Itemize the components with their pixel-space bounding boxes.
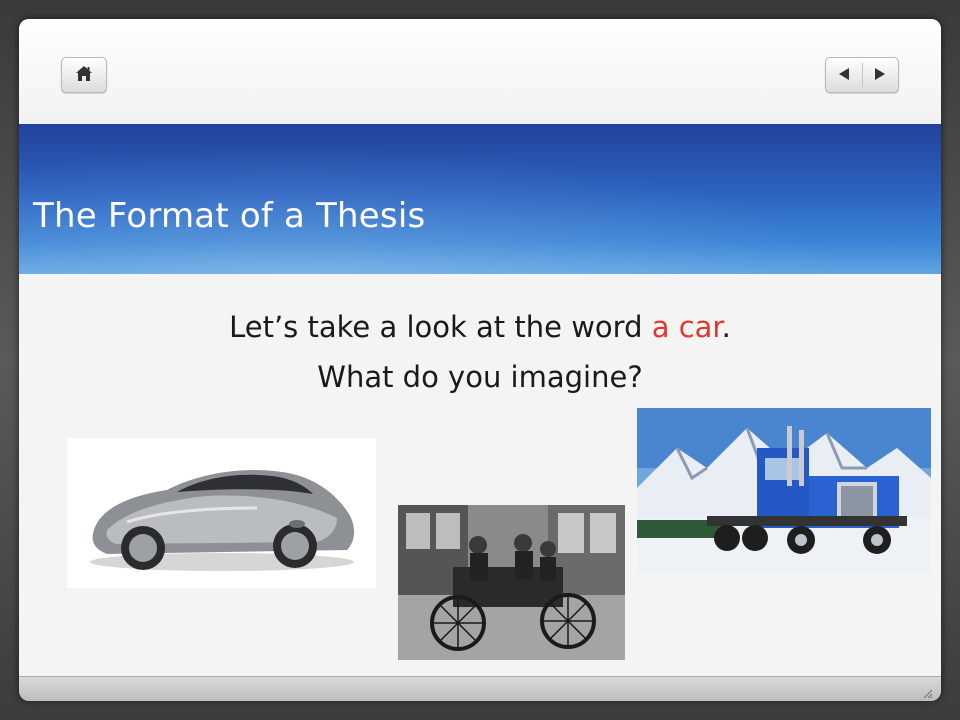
highlighted-word: a car — [651, 310, 722, 344]
body-text-end: . — [721, 310, 731, 344]
semi-truck-photo — [637, 408, 931, 574]
triangle-right-icon — [873, 66, 887, 85]
slide-toolbar — [19, 19, 941, 124]
body-text-start: Let’s take a look at the word — [229, 310, 652, 344]
antique-car-photo — [398, 505, 625, 660]
slide-navigation — [825, 57, 899, 93]
triangle-left-icon — [837, 66, 851, 85]
slide-title: The Format of a Thesis — [33, 196, 426, 236]
home-icon — [75, 65, 93, 86]
bottom-status-bar — [19, 676, 941, 701]
body-line-2: What do you imagine? — [317, 360, 643, 394]
next-slide-button[interactable] — [862, 58, 898, 92]
sports-car-photo — [67, 438, 376, 588]
body-line-1: Let’s take a look at the word a car. — [0, 302, 960, 352]
previous-slide-button[interactable] — [826, 58, 862, 92]
home-button[interactable] — [61, 57, 107, 93]
slide-body: Let’s take a look at the word a car. Wha… — [0, 302, 960, 402]
resize-grip-icon[interactable] — [921, 684, 933, 699]
